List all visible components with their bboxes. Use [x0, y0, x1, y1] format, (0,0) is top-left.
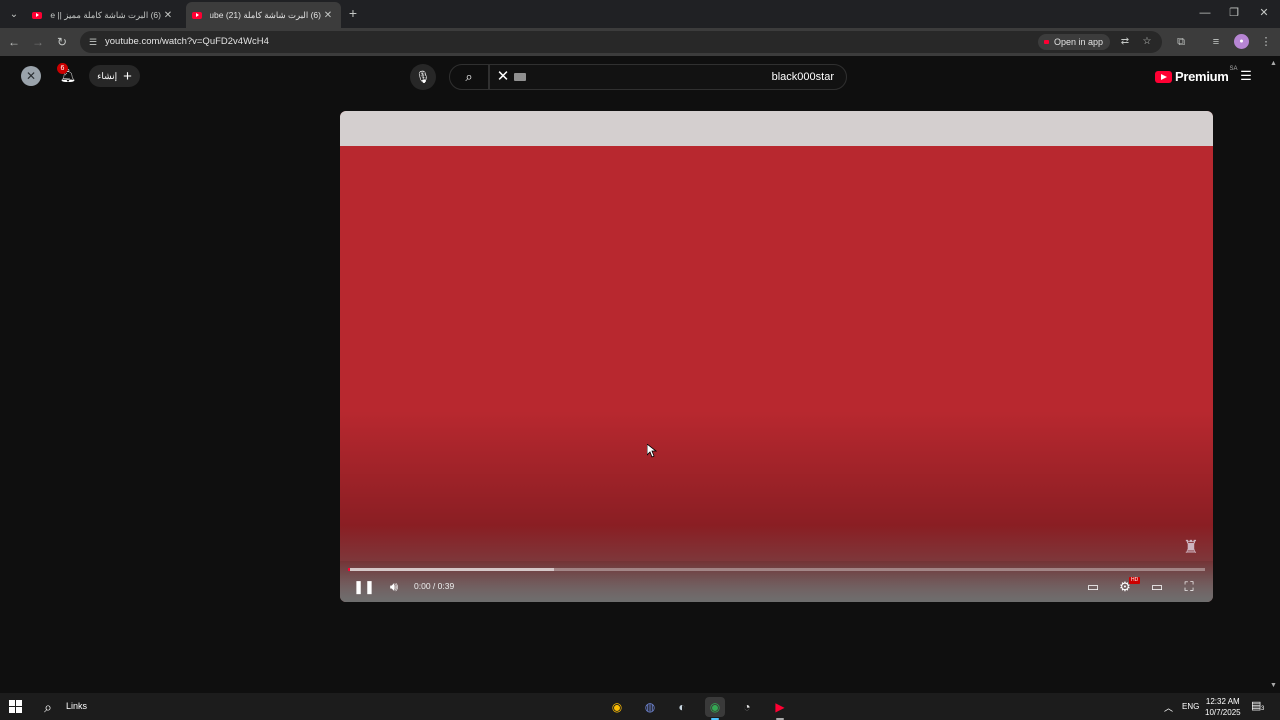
- logo-text: Premium: [1175, 69, 1229, 84]
- show-hidden-icons-icon[interactable]: ︿: [1164, 701, 1173, 714]
- youtube-header: ✕ 🔔︎ 6 إنشاء + 🎙︎ ⌕ ✕ black000star Premi…: [0, 56, 1280, 98]
- create-label: إنشاء: [97, 70, 118, 81]
- played-indicator: [348, 568, 350, 571]
- youtube-favicon-icon: [32, 11, 42, 19]
- browser-toolbar: ← → ↻ ☰ youtube.com/watch?v=QuFD2v4WcH4 …: [0, 28, 1280, 56]
- language-indicator[interactable]: ENG: [1182, 702, 1199, 711]
- notification-center-icon[interactable]: ▤: [1251, 699, 1267, 713]
- address-bar[interactable]: ☰ youtube.com/watch?v=QuFD2v4WcH4 Open i…: [80, 31, 1162, 53]
- close-window-button[interactable]: ✕: [1254, 5, 1274, 21]
- clock-time: 12:32 AM: [1205, 697, 1240, 706]
- browser-tab-strip: ⌄ (6) البرت شاشة كاملة مميز || ube ✕ (6)…: [0, 0, 1280, 28]
- reading-list-icon[interactable]: ≡: [1208, 34, 1224, 50]
- video-player[interactable]: ♜ ❚❚ 🔊︎ 0:00 / 0:39 ▭ ⚙ HD ▭ ⛶: [340, 111, 1213, 602]
- back-button[interactable]: ←: [6, 34, 22, 50]
- scroll-up-arrow-icon[interactable]: ▲: [1270, 60, 1277, 67]
- clock-date: 10/7/2025: [1205, 708, 1241, 717]
- translate-icon[interactable]: ⇄: [1118, 35, 1132, 49]
- subtitles-icon[interactable]: ▭: [1082, 576, 1104, 598]
- hd-badge: HD: [1129, 577, 1141, 584]
- chrome-profile-icon[interactable]: ◉: [705, 697, 725, 717]
- theater-mode-icon[interactable]: ▭: [1146, 576, 1168, 598]
- country-code: SA: [1229, 66, 1238, 72]
- clock-app-icon[interactable]: ◔: [737, 697, 757, 717]
- search-input[interactable]: ✕ black000star: [489, 64, 847, 90]
- time-display: 0:00 / 0:39: [414, 581, 455, 591]
- video-top-band: [340, 111, 1213, 146]
- scroll-down-arrow-icon[interactable]: ▼: [1270, 682, 1277, 689]
- youtube-premium-logo[interactable]: Premium SA: [1155, 66, 1238, 84]
- create-button[interactable]: إنشاء +: [89, 65, 140, 87]
- plus-icon: +: [123, 67, 132, 85]
- channel-watermark-icon[interactable]: ♜: [1180, 536, 1202, 558]
- browser-tab-active[interactable]: (6) البرت شاشة كاملة (21) Tube ✕: [186, 2, 341, 28]
- browser-tab[interactable]: (6) البرت شاشة كاملة مميز || ube ✕: [26, 2, 181, 28]
- links-toolbar[interactable]: Links: [66, 701, 87, 711]
- profile-avatar[interactable]: ●: [1234, 34, 1249, 49]
- search-submit-button[interactable]: ⌕: [449, 64, 489, 90]
- extensions-icon[interactable]: ⧉: [1173, 34, 1189, 50]
- search-query-text: black000star: [771, 71, 834, 83]
- minimize-button[interactable]: —: [1195, 5, 1215, 21]
- tab-title: (6) البرت شاشة كاملة مميز || ube: [50, 9, 161, 20]
- keyboard-icon[interactable]: [514, 73, 526, 81]
- account-avatar[interactable]: ✕: [21, 66, 41, 86]
- restore-button[interactable]: ❐: [1224, 5, 1244, 21]
- guide-menu-icon[interactable]: ☰: [1238, 68, 1254, 84]
- close-tab-icon[interactable]: ✕: [321, 10, 335, 21]
- buffered-indicator: [348, 568, 554, 571]
- close-tab-icon[interactable]: ✕: [161, 10, 175, 21]
- tab-title: (6) البرت شاشة كاملة (21) Tube: [210, 9, 321, 20]
- bookmark-star-icon[interactable]: ☆: [1140, 35, 1154, 49]
- notification-count: 3: [1261, 706, 1265, 712]
- chrome-icon[interactable]: ◉: [607, 697, 627, 717]
- forward-button[interactable]: →: [30, 34, 46, 50]
- windows-taskbar: ⌕ Links ◉ ◍ ◐ ◉ ◔ ▶ ︿ ENG 12:32 AM 10/7/…: [0, 693, 1280, 720]
- steam-icon[interactable]: ◐: [672, 697, 692, 717]
- discord-icon[interactable]: ◍: [640, 697, 660, 717]
- fullscreen-icon[interactable]: ⛶: [1178, 576, 1200, 598]
- url-text: youtube.com/watch?v=QuFD2v4WcH4: [105, 36, 269, 47]
- open-in-app-button[interactable]: Open in app: [1038, 34, 1111, 50]
- voice-search-mic-icon[interactable]: 🎙︎: [410, 64, 436, 90]
- youtube-play-logo-icon: [1155, 70, 1172, 83]
- browser-menu-icon[interactable]: ⋮: [1258, 34, 1274, 50]
- notifications-count-badge: 6: [57, 63, 68, 74]
- youtube-app-icon[interactable]: ▶: [770, 697, 790, 717]
- windows-start-icon[interactable]: [9, 700, 22, 713]
- youtube-favicon-icon: [192, 11, 202, 19]
- clear-search-icon[interactable]: ✕: [494, 68, 512, 86]
- tab-search-button[interactable]: ⌄: [5, 5, 23, 23]
- taskbar-search-icon[interactable]: ⌕: [39, 698, 57, 716]
- pause-button[interactable]: ❚❚: [353, 576, 375, 598]
- system-clock[interactable]: 12:32 AM 10/7/2025: [1205, 696, 1241, 718]
- site-info-icon[interactable]: ☰: [87, 35, 99, 49]
- reload-button[interactable]: ↻: [54, 34, 70, 50]
- progress-bar[interactable]: [348, 568, 1205, 571]
- new-tab-button[interactable]: +: [345, 5, 361, 21]
- volume-icon[interactable]: 🔊︎: [383, 576, 405, 598]
